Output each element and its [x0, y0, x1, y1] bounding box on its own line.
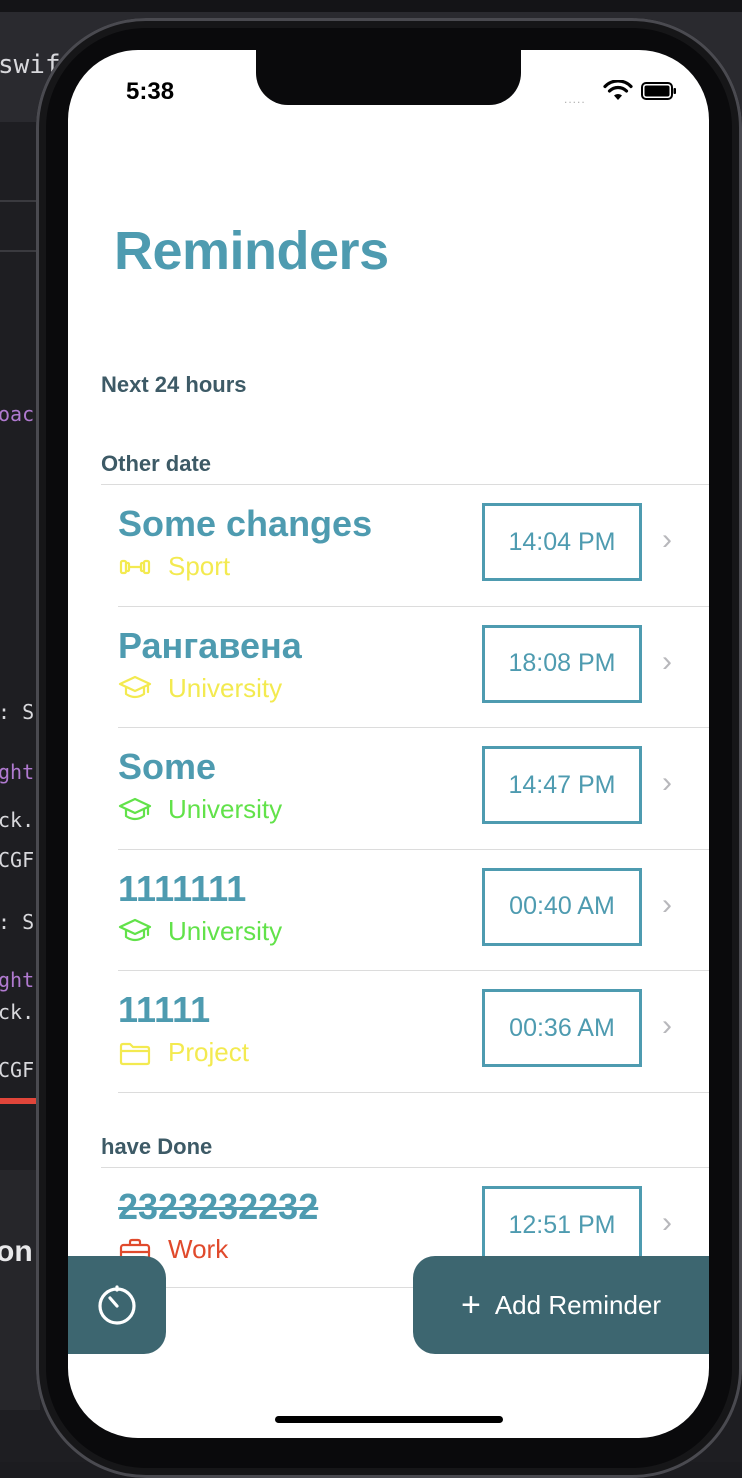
stopwatch-icon: [98, 1285, 136, 1325]
reminder-time-button[interactable]: 14:47 PM: [482, 746, 642, 824]
reminder-title: Some: [118, 746, 217, 787]
editor-error-bar: [0, 1098, 40, 1104]
row-divider: [118, 1091, 709, 1093]
row-divider: [118, 605, 709, 607]
reminder-title: Some changes: [118, 503, 373, 544]
reminder-time-button[interactable]: 18:08 PM: [482, 624, 642, 703]
row-divider: [118, 727, 709, 728]
dumbbell-icon: [119, 559, 151, 574]
chevron-right-icon: ›: [662, 1206, 672, 1239]
page-title: Reminders: [114, 221, 389, 281]
section-header-have-done: have Done: [101, 1134, 213, 1159]
reminder-category-label: Work: [168, 1234, 229, 1264]
folder-icon: [119, 1042, 151, 1065]
add-reminder-label: Add Reminder: [494, 1289, 662, 1320]
chevron-right-icon: ›: [662, 1009, 672, 1042]
status-time: 5:38: [126, 78, 175, 105]
timer-button[interactable]: [68, 1256, 166, 1354]
add-reminder-button[interactable]: + Add Reminder: [413, 1256, 709, 1354]
reminder-category: Sport: [118, 551, 230, 582]
reminder-title: 11111: [118, 989, 211, 1030]
reminder-category-label: Sport: [168, 551, 231, 581]
reminder-category-label: University: [168, 915, 283, 946]
editor-code-fragment: : S: [0, 910, 35, 934]
reminder-category: University: [118, 794, 282, 825]
signal-icon: .....: [564, 92, 586, 106]
battery-icon: [641, 82, 676, 100]
editor-code-fragment: oac: [0, 402, 35, 426]
editor-divider: [0, 200, 40, 202]
graduation-cap-icon: [118, 797, 152, 820]
editor-code-fragment: ght: [0, 968, 35, 992]
app-screen: 5:38 ..... Reminders Next 24 hours Other…: [68, 50, 709, 1438]
reminder-time-button[interactable]: 00:40 AM: [482, 867, 642, 946]
editor-lower-text: on: [0, 1235, 33, 1268]
phone-notch: [256, 50, 521, 105]
chevron-right-icon: ›: [662, 887, 672, 921]
reminder-category-label: Project: [168, 1037, 249, 1067]
editor-code-fragment: ck.: [0, 808, 35, 832]
reminder-time-button[interactable]: 14:04 PM: [482, 503, 642, 581]
graduation-cap-icon: [118, 918, 152, 942]
reminder-category: University: [118, 673, 282, 704]
row-divider: [118, 848, 709, 850]
editor-code-fragment: ck.: [0, 1000, 35, 1024]
wifi-icon: [603, 80, 633, 100]
reminder-time-button[interactable]: 00:36 AM: [482, 989, 642, 1067]
editor-code-fragment: : S: [0, 700, 35, 724]
editor-code-fragment: ght: [0, 760, 35, 784]
reminder-category: University: [118, 916, 282, 947]
chevron-right-icon: ›: [662, 523, 672, 556]
chevron-right-icon: ›: [662, 644, 672, 678]
section-divider: [101, 1167, 709, 1168]
section-header-other-date: Other date: [101, 451, 212, 476]
reminder-title: 2323232232: [118, 1186, 319, 1227]
editor-lower-panel: [0, 1170, 40, 1410]
row-divider: [118, 970, 709, 971]
editor-code-fragment: CGF: [0, 1058, 35, 1082]
reminder-category-label: University: [168, 794, 283, 824]
chevron-right-icon: ›: [662, 766, 672, 799]
reminder-title: 1111111: [118, 867, 247, 909]
editor-divider: [0, 250, 40, 252]
home-indicator: [275, 1416, 503, 1423]
reminder-category-label: University: [168, 672, 283, 703]
plus-icon: +: [460, 1285, 481, 1324]
reminder-category: Project: [118, 1037, 249, 1068]
section-header-next-24-hours: Next 24 hours: [101, 372, 247, 397]
section-divider: [101, 484, 709, 485]
editor-code-fragment: CGF: [0, 848, 35, 872]
reminder-time-button[interactable]: 12:51 PM: [482, 1186, 642, 1264]
graduation-cap-icon: [118, 675, 152, 699]
reminder-title: Рангавена: [118, 624, 302, 666]
